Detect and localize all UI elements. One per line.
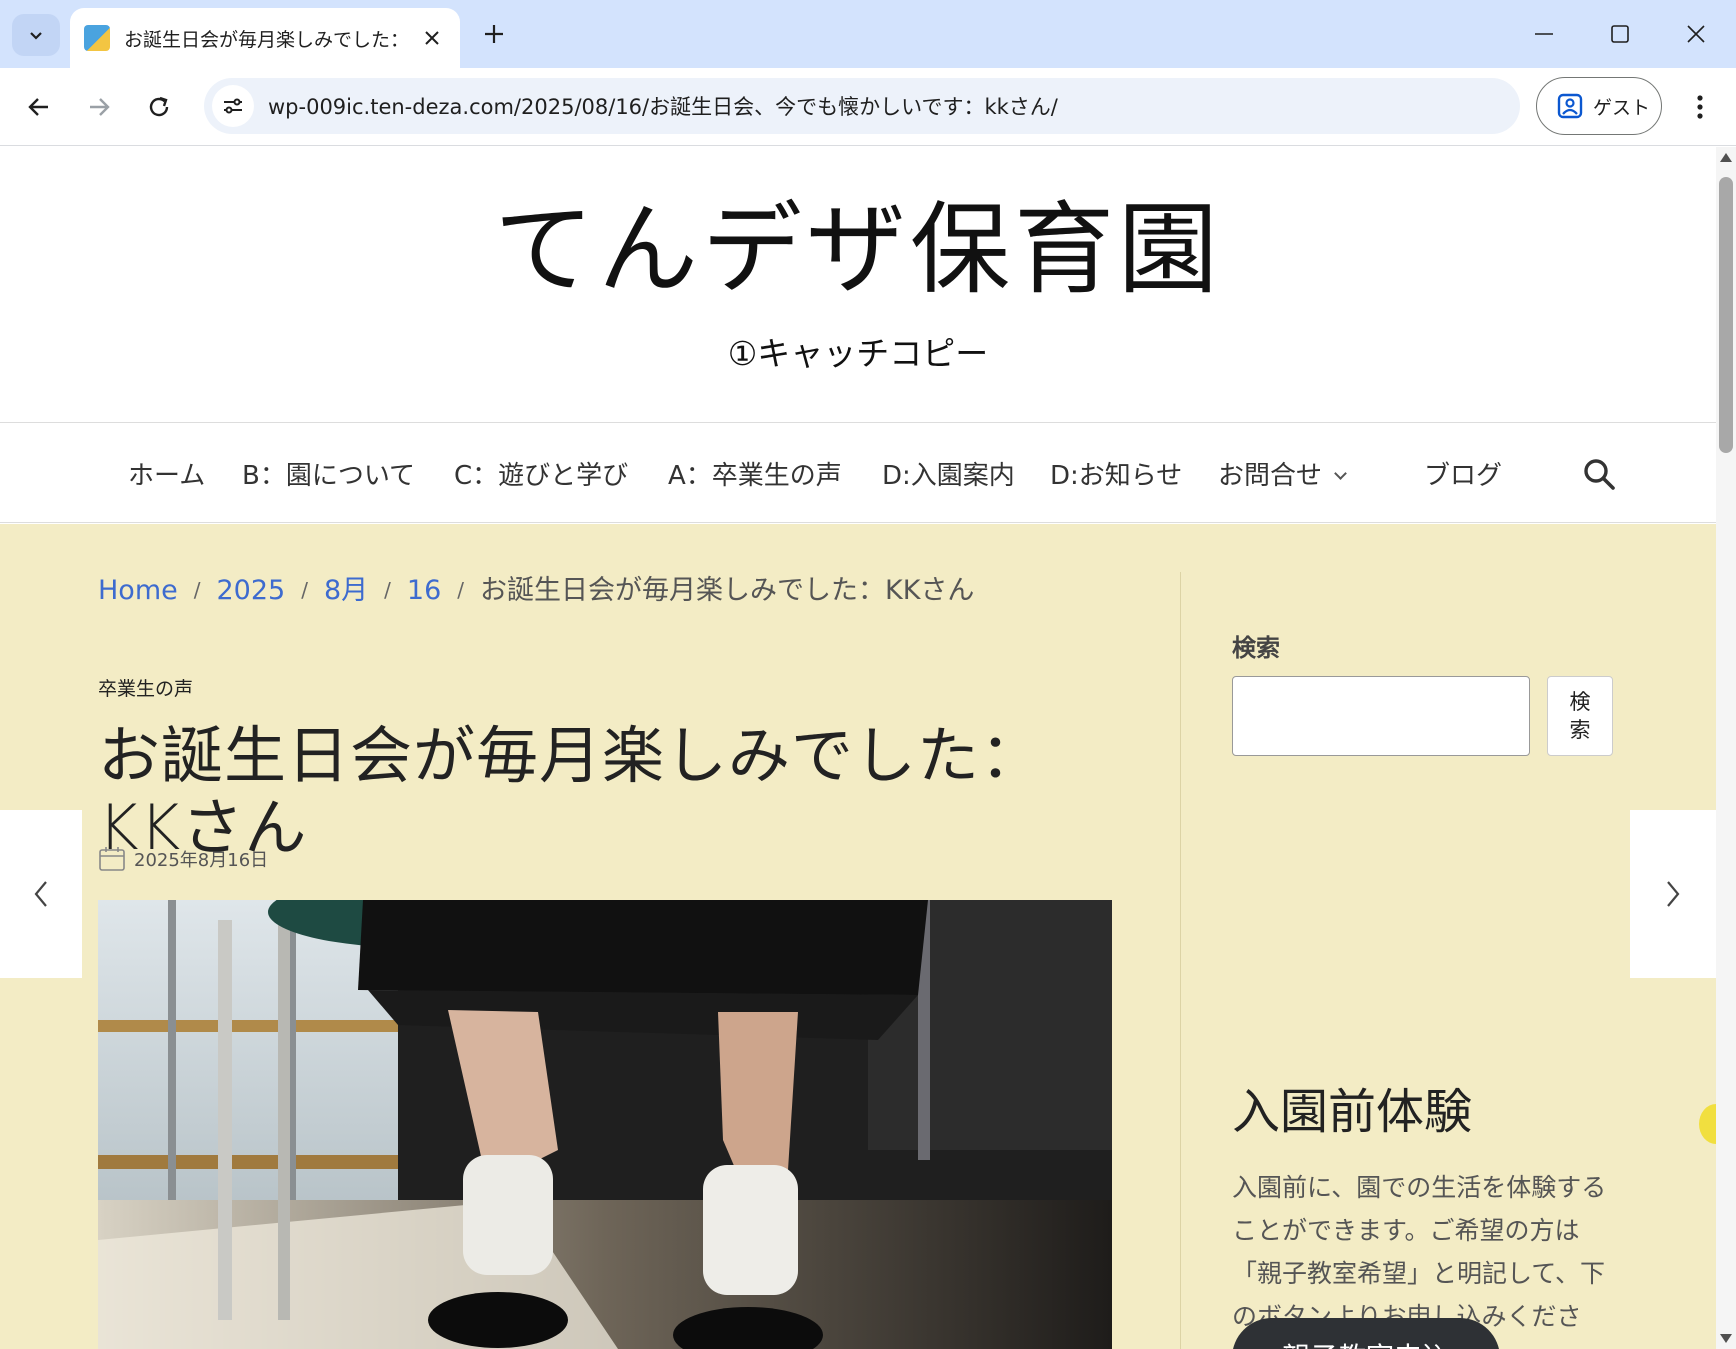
browser-tab-active[interactable]: お誕生日会が毎月楽しみでした：KKさん (70, 8, 460, 68)
calendar-icon (99, 847, 125, 871)
scroll-down-arrow-icon[interactable] (1720, 1334, 1732, 1343)
content-area: Home / 2025 / 8月 / 16 / お誕生日会が毎月楽しみでした：KKさん 卒業生の… (0, 524, 1716, 1349)
nav-search-button[interactable] (1582, 457, 1616, 495)
tune-icon (224, 98, 242, 114)
scroll-up-arrow-icon[interactable] (1720, 153, 1732, 162)
post-title: お誕生日会が毎月楽しみでした：KKさん (98, 719, 1044, 864)
site-title[interactable]: てんデザ保育園 (0, 195, 1716, 305)
next-post-button[interactable] (1630, 810, 1716, 978)
site-tagline: ①キャッチコピー (727, 334, 989, 373)
nav-item-news[interactable]: D:お知らせ (1050, 455, 1182, 492)
tab-search-button[interactable] (12, 14, 60, 56)
profile-button[interactable]: ゲスト (1536, 77, 1662, 135)
chevron-right-icon (1667, 881, 1680, 907)
more-vertical-icon (1697, 95, 1703, 119)
nav-item-contact[interactable]: お問合せ (1218, 455, 1347, 492)
breadcrumb-day[interactable]: 16 (407, 575, 441, 606)
new-tab-button[interactable] (476, 16, 512, 52)
breadcrumb-month[interactable]: 8月 (324, 575, 368, 606)
breadcrumb: Home / 2025 / 8月 / 16 / お誕生日会が毎月楽しみでした：KKさん (98, 568, 974, 607)
site-header: てんデザ保育園 ①キャッチコピー (0, 147, 1716, 423)
search-icon (1584, 459, 1615, 490)
nav-item-about[interactable]: B：園について (242, 455, 415, 492)
widget-title: 入園前体験 (1232, 1084, 1473, 1140)
featured-image (98, 900, 1112, 1349)
post-category-link[interactable]: 卒業生の声 (98, 674, 193, 701)
window-close-button[interactable] (1668, 12, 1724, 56)
close-icon (1687, 25, 1705, 43)
maximize-icon (1611, 25, 1629, 43)
breadcrumb-year[interactable]: 2025 (216, 575, 285, 606)
url-text: wp-009ic.ten-deza.com/2025/08/16/お誕生日会、今… (268, 95, 1058, 119)
minimize-icon (1535, 33, 1553, 35)
breadcrumb-separator: / (457, 578, 464, 602)
sidebar-divider (1180, 572, 1181, 1349)
chevron-down-icon (1334, 467, 1347, 480)
plus-icon (485, 25, 503, 43)
scrollbar-thumb[interactable] (1719, 177, 1733, 453)
nav-item-play-learn[interactable]: C：遊びと学び (454, 455, 628, 492)
address-bar[interactable]: wp-009ic.ten-deza.com/2025/08/16/お誕生日会、今… (204, 78, 1520, 134)
profile-icon (1557, 93, 1583, 119)
back-button[interactable] (16, 84, 62, 130)
photo-student-legs (98, 900, 1112, 1349)
trial-class-apply-button[interactable]: 親子教室申込 (1232, 1318, 1500, 1349)
close-icon (425, 31, 439, 45)
browser-tab-bar: お誕生日会が毎月楽しみでした：KKさん (0, 0, 1736, 68)
reload-button[interactable] (136, 84, 182, 130)
post-date-meta: 2025年8月16日 (98, 846, 268, 872)
nav-item-home[interactable]: ホーム (128, 455, 205, 492)
nav-item-contact-label: お問合せ (1218, 461, 1323, 491)
breadcrumb-home[interactable]: Home (98, 575, 178, 606)
tab-close-button[interactable] (418, 24, 446, 52)
nav-item-graduates[interactable]: A：卒業生の声 (668, 455, 842, 492)
tab-title: お誕生日会が毎月楽しみでした：KKさん (124, 28, 410, 51)
site-info-button[interactable] (212, 85, 254, 127)
page-scrollbar[interactable] (1716, 147, 1736, 1349)
favicon-icon (84, 25, 110, 51)
chevron-left-icon (34, 881, 47, 907)
sidebar-search-button-label: 検索 (1569, 690, 1591, 742)
chevron-down-icon (30, 32, 42, 40)
arrow-left-icon (28, 98, 48, 116)
browser-toolbar: wp-009ic.ten-deza.com/2025/08/16/お誕生日会、今… (0, 68, 1736, 146)
sidebar-search-label: 検索 (1232, 634, 1280, 662)
browser-menu-button[interactable] (1680, 84, 1720, 130)
maximize-button[interactable] (1592, 12, 1648, 56)
floating-action-dot[interactable] (1699, 1104, 1716, 1144)
forward-button[interactable] (76, 84, 122, 130)
previous-post-button[interactable] (0, 810, 82, 978)
breadcrumb-separator: / (193, 578, 201, 602)
minimize-button[interactable] (1516, 12, 1572, 56)
sidebar-search-input[interactable] (1232, 676, 1530, 756)
nav-item-blog[interactable]: ブログ (1424, 455, 1502, 492)
breadcrumb-separator: / (384, 578, 391, 602)
main-navigation: ホーム B：園について C：遊びと学び A：卒業生の声 D:入園案内 D:お知ら… (0, 423, 1716, 523)
breadcrumb-current: お誕生日会が毎月楽しみでした：KKさん (480, 575, 975, 606)
profile-label: ゲスト (1593, 96, 1651, 119)
nav-item-admission[interactable]: D:入園案内 (882, 455, 1015, 492)
post-date: 2025年8月16日 (134, 850, 269, 871)
sidebar-search-button[interactable]: 検索 (1547, 676, 1613, 756)
arrow-right-icon (90, 98, 110, 116)
breadcrumb-separator: / (301, 578, 308, 602)
reload-icon (149, 96, 169, 117)
page-viewport: てんデザ保育園 ①キャッチコピー ホーム B：園について C：遊びと学び A：卒… (0, 147, 1716, 1349)
